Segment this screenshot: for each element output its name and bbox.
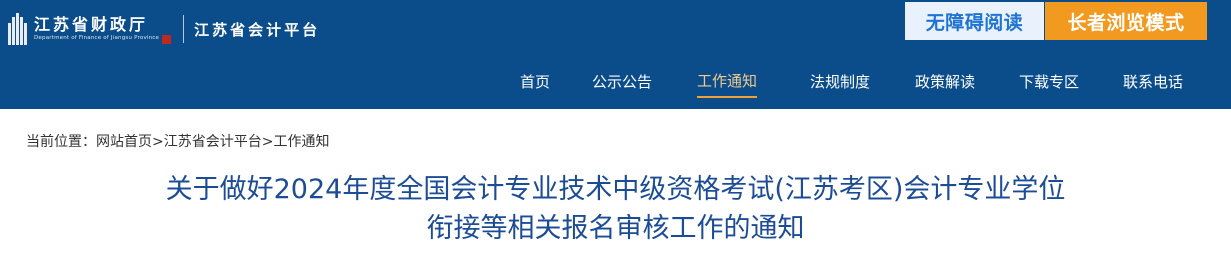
nav-item-contact[interactable]: 联系电话	[1123, 66, 1183, 98]
nav-item-home[interactable]: 首页	[520, 66, 550, 98]
article-title-line-1: 关于做好2024年度全国会计专业技术中级资格考试(江苏考区)会计专业学位	[165, 174, 1066, 205]
breadcrumb: 当前位置：网站首页>江苏省会计平台>工作通知	[26, 131, 329, 151]
nav-item-announcements[interactable]: 公示公告	[592, 66, 652, 98]
platform-name: 江苏省会计平台	[194, 20, 321, 39]
breadcrumb-platform-link[interactable]: 江苏省会计平台	[164, 134, 262, 150]
site-logo[interactable]: 江苏省财政厅 Department of Finance of Jiangsu …	[8, 12, 320, 46]
nav-item-policy-interpretation[interactable]: 政策解读	[915, 66, 975, 98]
logo-text: 江苏省财政厅 Department of Finance of Jiangsu …	[34, 16, 159, 42]
nav-item-downloads[interactable]: 下载专区	[1019, 66, 1079, 98]
breadcrumb-home-link[interactable]: 网站首页	[96, 134, 152, 150]
logo-chinese-name: 江苏省财政厅	[34, 15, 149, 34]
breadcrumb-prefix: 当前位置：	[26, 134, 96, 150]
logo-english-name: Department of Finance of Jiangsu Provinc…	[34, 35, 160, 41]
red-seal-icon	[162, 35, 172, 44]
nav-item-regulations[interactable]: 法规制度	[810, 66, 870, 98]
building-columns-icon	[8, 13, 28, 45]
logo-divider	[183, 15, 185, 43]
breadcrumb-separator: >	[261, 134, 274, 150]
breadcrumb-current-link[interactable]: 工作通知	[273, 134, 329, 150]
accessible-reading-button[interactable]: 无障碍阅读	[905, 2, 1044, 40]
article-title-line-2: 衔接等相关报名审核工作的通知	[426, 213, 805, 244]
main-nav: 首页 公示公告 工作通知 法规制度 政策解读 下载专区 联系电话	[0, 66, 1231, 100]
article-title: 关于做好2024年度全国会计专业技术中级资格考试(江苏考区)会计专业学位 衔接等…	[0, 170, 1231, 248]
nav-item-work-notices[interactable]: 工作通知	[697, 66, 758, 98]
breadcrumb-separator: >	[152, 134, 164, 150]
site-header: 江苏省财政厅 Department of Finance of Jiangsu …	[0, 0, 1231, 109]
elder-mode-button[interactable]: 长者浏览模式	[1045, 2, 1207, 40]
